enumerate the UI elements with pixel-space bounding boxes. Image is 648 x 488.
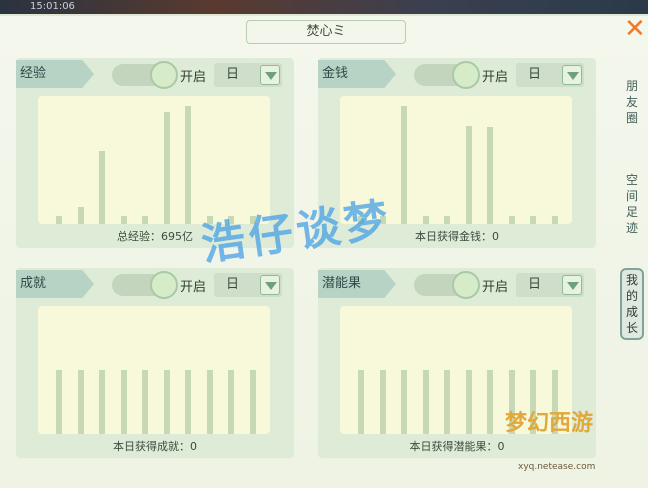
chart-bar — [465, 370, 472, 434]
panel-label: 经验 — [16, 60, 94, 88]
chart-bar — [379, 370, 386, 434]
toggle-label: 开启 — [180, 70, 207, 85]
enable-toggle[interactable] — [112, 61, 178, 89]
panel-label: 潜能果 — [318, 270, 396, 298]
chart-bar — [163, 112, 170, 224]
chart-bar — [249, 370, 256, 434]
chart-bar — [120, 370, 127, 434]
chart-bar — [206, 370, 213, 434]
chart-bar — [551, 216, 558, 224]
panel-label: 成就 — [16, 270, 94, 298]
chart-bar — [487, 370, 493, 434]
bar-chart — [38, 306, 270, 434]
enable-toggle[interactable] — [414, 61, 480, 89]
toggle-knob[interactable] — [452, 61, 480, 89]
period-select[interactable]: 日 — [516, 63, 584, 87]
enable-toggle[interactable] — [414, 271, 480, 299]
chart-bar — [142, 370, 148, 434]
period-value: 日 — [528, 277, 542, 292]
chart-bar — [185, 370, 191, 434]
period-value: 日 — [528, 67, 542, 82]
chart-bar — [142, 216, 148, 224]
toggle-label: 开启 — [180, 280, 207, 295]
game-status-bar: 15:01:06 — [0, 0, 648, 14]
chart-bar — [77, 207, 84, 224]
chart-bar — [358, 370, 364, 434]
toggle-knob[interactable] — [150, 61, 178, 89]
chart-bar — [401, 106, 407, 224]
panel-caption: 本日获得潜能果：0 — [409, 440, 505, 453]
logo-url: xyq.netease.com — [518, 462, 596, 472]
toggle-label: 开启 — [482, 70, 509, 85]
tab-space-footprint[interactable]: 空间足迹 — [624, 172, 640, 236]
period-value: 日 — [226, 67, 240, 82]
chevron-down-icon[interactable] — [260, 65, 280, 85]
chart-bar — [422, 370, 429, 434]
period-select[interactable]: 日 — [516, 273, 584, 297]
chart-bar — [444, 370, 450, 434]
period-select[interactable]: 日 — [214, 273, 282, 297]
tab-my-growth[interactable]: 我的成长 — [620, 268, 644, 340]
chevron-down-icon[interactable] — [562, 65, 582, 85]
chart-bar — [120, 216, 127, 224]
chevron-down-icon[interactable] — [562, 275, 582, 295]
panel-caption: 本日获得成就：0 — [113, 440, 197, 453]
window-title: 焚心ミ — [246, 20, 406, 44]
chart-bar — [422, 216, 429, 224]
tab-friends-circle[interactable]: 朋友圈 — [624, 78, 640, 126]
chart-bar — [163, 370, 170, 434]
chart-bar — [487, 127, 493, 224]
close-button[interactable]: ✕ — [624, 14, 646, 44]
clock: 15:01:06 — [30, 1, 75, 12]
period-select[interactable]: 日 — [214, 63, 282, 87]
chart-bar — [401, 370, 407, 434]
game-logo: 梦幻西游 — [505, 411, 594, 436]
chart-bar — [99, 151, 105, 224]
panel-label: 金钱 — [318, 60, 396, 88]
toggle-knob[interactable] — [452, 271, 480, 299]
chart-bar — [465, 126, 472, 224]
chart-bar — [77, 370, 84, 434]
chart-bar — [185, 106, 191, 224]
chart-bar — [56, 370, 62, 434]
toggle-knob[interactable] — [150, 271, 178, 299]
period-value: 日 — [226, 277, 240, 292]
chart-bar — [228, 370, 234, 434]
toggle-label: 开启 — [482, 280, 509, 295]
enable-toggle[interactable] — [112, 271, 178, 299]
chart-bar — [508, 216, 515, 224]
chart-bar — [444, 216, 450, 224]
panel-achievement: 成就 开启 日 本日获得成就：0 — [16, 268, 294, 458]
chart-bar — [99, 370, 105, 434]
chevron-down-icon[interactable] — [260, 275, 280, 295]
chart-bar — [530, 216, 536, 224]
chart-bar — [56, 216, 62, 224]
